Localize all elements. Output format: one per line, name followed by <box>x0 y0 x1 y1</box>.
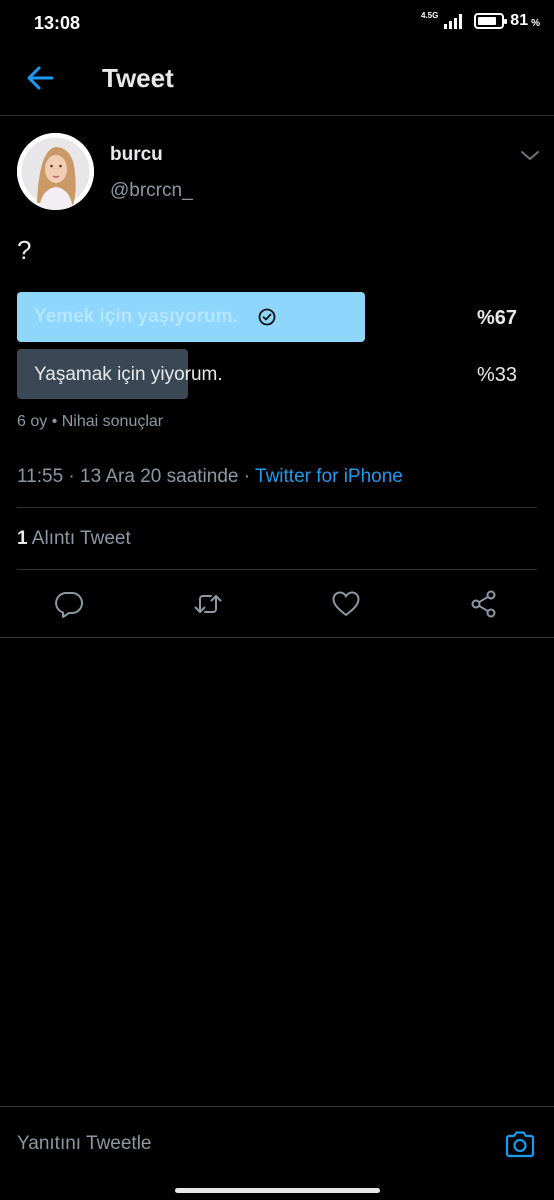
back-button[interactable] <box>22 62 58 94</box>
avatar-image <box>17 133 94 210</box>
status-time: 13:08 <box>34 13 81 33</box>
share-icon <box>471 590 496 618</box>
status-bar: 13:08 4.5G 81 % <box>0 0 554 48</box>
camera-icon <box>505 1131 535 1158</box>
author-name[interactable]: burcu <box>110 144 163 166</box>
reply-composer: Yanıtını Tweetle <box>0 1106 554 1200</box>
quote-tweet-count[interactable]: 1 Alıntı Tweet <box>17 528 131 550</box>
divider <box>0 637 554 638</box>
top-app-bar: Tweet <box>0 48 554 116</box>
poll-option-percent: %33 <box>477 364 518 386</box>
tweet-text: ? <box>17 235 32 265</box>
timestamp-text: 11:55 · 13 Ara 20 saatinde · <box>17 466 256 487</box>
poll-option-label: Yaşamak için yiyorum. <box>34 364 223 385</box>
comment-icon <box>55 592 83 618</box>
retweet-button[interactable] <box>192 588 224 620</box>
share-button[interactable] <box>468 588 500 620</box>
page-title: Tweet <box>102 63 174 93</box>
retweet-icon <box>194 595 222 613</box>
tweet-menu-button[interactable] <box>518 146 542 166</box>
network-type: 4.5G <box>420 11 439 20</box>
check-circle-icon <box>258 308 276 326</box>
battery-fill <box>478 17 497 25</box>
poll-summary: 6 oy • Nihai sonuçlar <box>17 413 164 430</box>
chevron-down-icon <box>521 151 539 160</box>
home-indicator[interactable] <box>175 1188 380 1193</box>
tweet-source-link[interactable]: Twitter for iPhone <box>255 466 403 487</box>
divider <box>17 507 537 508</box>
author-handle[interactable]: @brcrcn_ <box>110 180 193 202</box>
battery-percent: 81 <box>510 12 529 29</box>
battery-icon <box>474 13 508 29</box>
like-button[interactable] <box>330 588 362 620</box>
status-indicators: 4.5G 81 % <box>421 12 540 30</box>
divider <box>17 569 537 570</box>
poll-option-label: Yemek için yaşıyorum. <box>34 306 238 327</box>
tweet-timestamp: 11:55 · 13 Ara 20 saatinde · Twitter for… <box>17 466 403 488</box>
reply-button[interactable] <box>53 588 85 620</box>
heart-icon <box>332 591 360 616</box>
avatar[interactable] <box>17 133 94 210</box>
camera-button[interactable] <box>503 1127 537 1161</box>
reply-input[interactable]: Yanıtını Tweetle <box>17 1133 152 1155</box>
quote-label: Alıntı Tweet <box>27 528 131 549</box>
arrow-left-icon <box>27 66 54 90</box>
signal-icon <box>444 13 463 29</box>
quote-count: 1 <box>17 528 28 549</box>
battery-unit: % <box>531 17 540 29</box>
poll-option-percent: %67 <box>477 307 518 329</box>
